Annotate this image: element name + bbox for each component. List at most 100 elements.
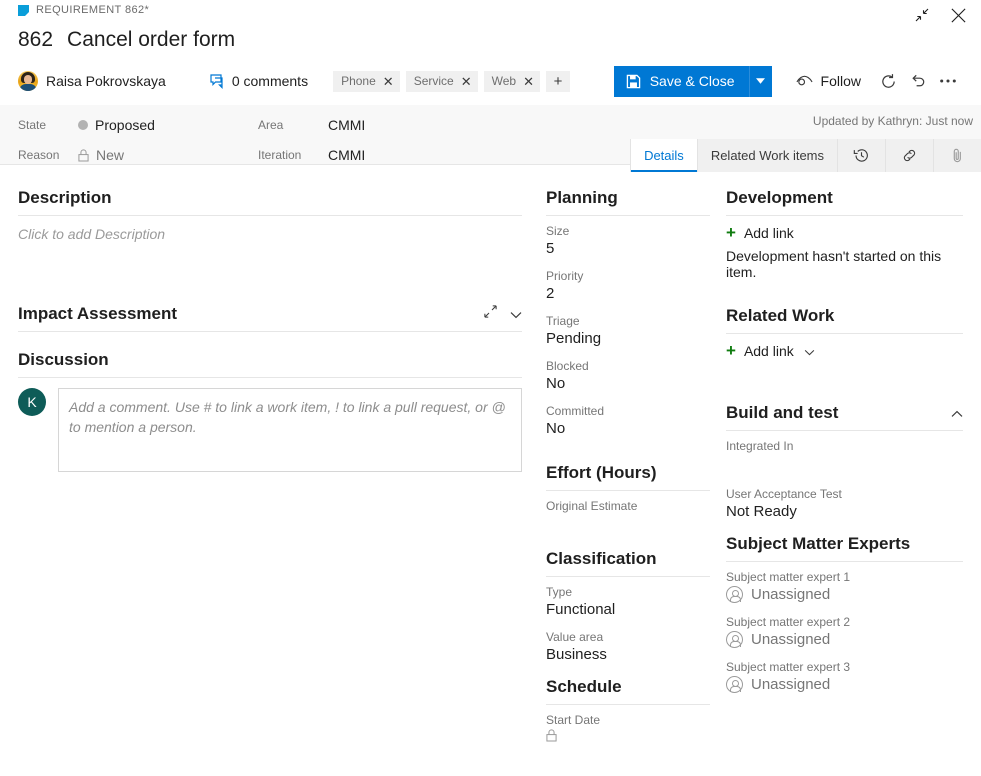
field-user-acceptance-test-value: Not Ready bbox=[726, 503, 963, 520]
related-work-heading: Related Work bbox=[726, 306, 963, 334]
requirement-icon bbox=[18, 5, 29, 16]
work-item-type-label: REQUIREMENT 862* bbox=[36, 4, 149, 16]
related-work-heading-label: Related Work bbox=[726, 306, 834, 326]
impact-assessment-heading-label: Impact Assessment bbox=[18, 304, 177, 324]
field-size-label: Size bbox=[546, 224, 710, 238]
lock-icon bbox=[78, 149, 89, 162]
field-sme-2[interactable]: Subject matter expert 2 Unassigned bbox=[726, 615, 963, 648]
save-options-dropdown[interactable] bbox=[749, 66, 772, 97]
field-sme-1[interactable]: Subject matter expert 1 Unassigned bbox=[726, 570, 963, 603]
state-field[interactable]: State Proposed bbox=[18, 117, 155, 133]
middle-column: Planning Size 5 Priority 2 Triage Pendin… bbox=[540, 172, 720, 776]
development-section: Development + Add link Development hasn'… bbox=[726, 188, 963, 280]
expand-icon[interactable] bbox=[483, 304, 498, 324]
plus-icon: + bbox=[726, 342, 736, 359]
field-integrated-in-value bbox=[726, 455, 963, 475]
attachment-icon bbox=[949, 147, 966, 164]
save-and-close-label: Save & Close bbox=[650, 73, 735, 89]
person-icon bbox=[726, 631, 743, 648]
restore-down-icon bbox=[914, 7, 930, 23]
more-options-icon bbox=[939, 78, 957, 84]
field-blocked[interactable]: Blocked No bbox=[546, 359, 710, 392]
discussion-heading: Discussion bbox=[18, 350, 522, 378]
tag-item[interactable]: Phone ✕ bbox=[333, 71, 400, 92]
refresh-button[interactable] bbox=[873, 66, 903, 97]
field-sme-1-label: Subject matter expert 1 bbox=[726, 570, 963, 584]
tag-remove-icon[interactable]: ✕ bbox=[461, 75, 472, 88]
add-tag-button[interactable]: + bbox=[546, 71, 570, 92]
build-and-test-heading: Build and test bbox=[726, 403, 963, 431]
work-item-id: 862 bbox=[18, 28, 53, 52]
field-priority-value: 2 bbox=[546, 285, 710, 302]
person-icon bbox=[726, 676, 743, 693]
tab-details[interactable]: Details bbox=[630, 139, 697, 172]
schedule-heading: Schedule bbox=[546, 677, 710, 705]
tab-history[interactable] bbox=[837, 139, 885, 172]
discussion-avatar: K bbox=[18, 388, 46, 416]
field-type[interactable]: Type Functional bbox=[546, 585, 710, 618]
description-input[interactable]: Click to add Description bbox=[18, 226, 522, 288]
more-options-button[interactable] bbox=[933, 66, 963, 97]
chevron-down-icon bbox=[804, 343, 815, 359]
effort-section: Effort (Hours) Original Estimate bbox=[546, 463, 710, 535]
related-work-add-link-button[interactable]: + Add link bbox=[726, 342, 963, 359]
tab-attachments[interactable] bbox=[933, 139, 981, 172]
effort-heading-label: Effort (Hours) bbox=[546, 463, 656, 483]
undo-icon bbox=[910, 73, 927, 90]
field-user-acceptance-test[interactable]: User Acceptance Test Not Ready bbox=[726, 487, 963, 520]
reason-value-wrap: New bbox=[78, 147, 124, 163]
restore-down-button[interactable] bbox=[909, 4, 935, 26]
field-sme-2-label: Subject matter expert 2 bbox=[726, 615, 963, 629]
tag-item[interactable]: Web ✕ bbox=[484, 71, 540, 92]
build-and-test-section: Build and test Integrated In User Accept… bbox=[726, 403, 963, 520]
field-size[interactable]: Size 5 bbox=[546, 224, 710, 257]
field-value-area-value: Business bbox=[546, 646, 710, 663]
tab-links[interactable] bbox=[885, 139, 933, 172]
work-item-toolbar: Save & Close Follow bbox=[614, 66, 971, 97]
tab-details-label: Details bbox=[644, 148, 684, 163]
field-type-value: Functional bbox=[546, 601, 710, 618]
field-committed[interactable]: Committed No bbox=[546, 404, 710, 437]
field-sme-3-value-wrap: Unassigned bbox=[726, 676, 963, 693]
comment-input[interactable]: Add a comment. Use # to link a work item… bbox=[58, 388, 522, 472]
tag-remove-icon[interactable]: ✕ bbox=[383, 75, 394, 88]
area-value: CMMI bbox=[328, 117, 365, 133]
follow-button[interactable]: Follow bbox=[790, 66, 867, 97]
tag-item[interactable]: Service ✕ bbox=[406, 71, 478, 92]
state-label: State bbox=[18, 118, 78, 132]
field-triage[interactable]: Triage Pending bbox=[546, 314, 710, 347]
tab-related-work-items[interactable]: Related Work items bbox=[697, 139, 837, 172]
comments-link[interactable]: 0 comments bbox=[210, 73, 308, 89]
schedule-section: Schedule Start Date bbox=[546, 677, 710, 746]
planning-section: Planning Size 5 Priority 2 Triage Pendin… bbox=[546, 188, 710, 437]
field-original-estimate[interactable]: Original Estimate bbox=[546, 499, 710, 535]
related-work-section: Related Work + Add link bbox=[726, 306, 963, 359]
area-field[interactable]: Area CMMI bbox=[258, 117, 365, 133]
field-sme-3[interactable]: Subject matter expert 3 Unassigned bbox=[726, 660, 963, 693]
link-icon bbox=[901, 147, 918, 164]
tag-label: Phone bbox=[341, 74, 376, 88]
save-and-close-button[interactable]: Save & Close bbox=[614, 66, 749, 97]
chevron-up-icon[interactable] bbox=[951, 403, 963, 423]
comments-count: 0 comments bbox=[232, 73, 308, 89]
tab-strip: Details Related Work items bbox=[630, 139, 981, 172]
development-heading: Development bbox=[726, 188, 963, 216]
work-item-form: REQUIREMENT 862* 862 Cancel order form R… bbox=[0, 0, 981, 776]
development-heading-label: Development bbox=[726, 188, 833, 208]
field-start-date-label: Start Date bbox=[546, 713, 710, 727]
iteration-field[interactable]: Iteration CMMI bbox=[258, 147, 365, 163]
work-item-type-row: REQUIREMENT 862* bbox=[18, 4, 149, 16]
build-and-test-heading-label: Build and test bbox=[726, 403, 838, 423]
description-heading-label: Description bbox=[18, 188, 112, 208]
close-button[interactable] bbox=[945, 4, 971, 26]
development-add-link-button[interactable]: + Add link bbox=[726, 224, 963, 241]
undo-button[interactable] bbox=[903, 66, 933, 97]
assigned-to[interactable]: Raisa Pokrovskaya bbox=[18, 71, 166, 91]
work-item-header: REQUIREMENT 862* 862 Cancel order form R… bbox=[0, 0, 981, 105]
schedule-heading-label: Schedule bbox=[546, 677, 622, 697]
work-item-title[interactable]: Cancel order form bbox=[67, 28, 235, 52]
field-value-area[interactable]: Value area Business bbox=[546, 630, 710, 663]
tag-remove-icon[interactable]: ✕ bbox=[523, 75, 534, 88]
field-priority[interactable]: Priority 2 bbox=[546, 269, 710, 302]
chevron-down-icon[interactable] bbox=[510, 304, 522, 324]
